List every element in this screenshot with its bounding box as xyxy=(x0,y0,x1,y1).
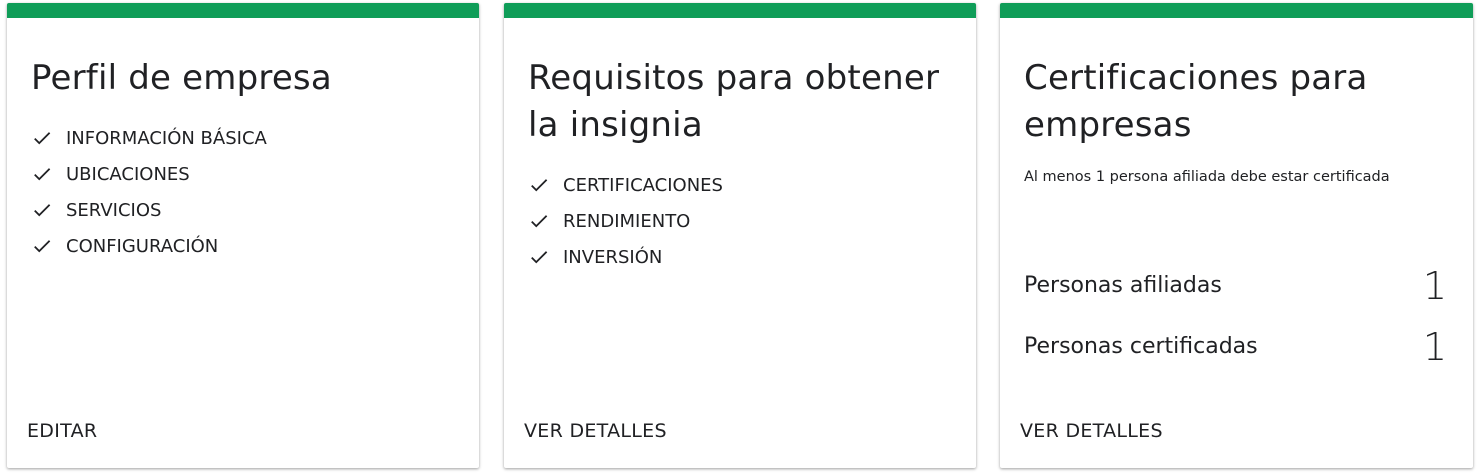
checklist-item-label: RENDIMIENTO xyxy=(563,210,691,232)
card-body: Certificaciones para empresas Al menos 1… xyxy=(1024,55,1447,377)
company-profile-card: Perfil de empresa INFORMACIÓN BÁSICA UBI… xyxy=(7,3,479,468)
card-title: Certificaciones para empresas xyxy=(1024,58,1368,145)
checklist: INFORMACIÓN BÁSICA UBICACIONES SERVICIOS… xyxy=(31,120,451,264)
stat-value: 1 xyxy=(1422,263,1447,308)
card-body: Requisitos para obtener la insignia CERT… xyxy=(528,55,948,275)
checklist-item: SERVICIOS xyxy=(31,192,451,228)
checklist-item-label: SERVICIOS xyxy=(66,199,162,221)
checklist-item-label: INVERSIÓN xyxy=(563,246,663,268)
checklist-item-label: UBICACIONES xyxy=(66,163,190,185)
checkmark-icon xyxy=(31,127,53,149)
stat-row: Personas afiliadas 1 xyxy=(1024,255,1447,316)
card-title: Requisitos para obtener la insignia xyxy=(528,58,940,145)
checkmark-icon xyxy=(31,199,53,221)
card-body: Perfil de empresa INFORMACIÓN BÁSICA UBI… xyxy=(31,55,451,264)
stat-label: Personas afiliadas xyxy=(1024,273,1222,298)
badge-requirements-card: Requisitos para obtener la insignia CERT… xyxy=(504,3,976,468)
checklist: CERTIFICACIONES RENDIMIENTO INVERSIÓN xyxy=(528,167,948,275)
edit-button[interactable]: EDITAR xyxy=(27,416,97,446)
stat-value: 1 xyxy=(1422,324,1447,369)
checklist-item-label: INFORMACIÓN BÁSICA xyxy=(66,127,267,149)
checklist-item: UBICACIONES xyxy=(31,156,451,192)
view-details-button[interactable]: VER DETALLES xyxy=(524,416,667,446)
checkmark-icon xyxy=(528,174,550,196)
checkmark-icon xyxy=(31,235,53,257)
checklist-item: RENDIMIENTO xyxy=(528,203,948,239)
company-certifications-card: Certificaciones para empresas Al menos 1… xyxy=(1000,3,1473,468)
checkmark-icon xyxy=(528,246,550,268)
checkmark-icon xyxy=(528,210,550,232)
card-accent-bar xyxy=(7,3,479,18)
stats-list: Personas afiliadas 1 Personas certificad… xyxy=(1024,255,1447,377)
stat-label: Personas certificadas xyxy=(1024,334,1258,359)
checklist-item-label: CERTIFICACIONES xyxy=(563,174,723,196)
card-accent-bar xyxy=(504,3,976,18)
card-accent-bar xyxy=(1000,3,1473,18)
checklist-item-label: CONFIGURACIÓN xyxy=(66,235,219,257)
checklist-item: CONFIGURACIÓN xyxy=(31,228,451,264)
checkmark-icon xyxy=(31,163,53,185)
view-details-button[interactable]: VER DETALLES xyxy=(1020,416,1163,446)
card-subtitle: Al menos 1 persona afiliada debe estar c… xyxy=(1024,169,1390,185)
card-title: Perfil de empresa xyxy=(31,58,332,98)
checklist-item: INFORMACIÓN BÁSICA xyxy=(31,120,451,156)
checklist-item: INVERSIÓN xyxy=(528,239,948,275)
checklist-item: CERTIFICACIONES xyxy=(528,167,948,203)
stat-row: Personas certificadas 1 xyxy=(1024,316,1447,377)
